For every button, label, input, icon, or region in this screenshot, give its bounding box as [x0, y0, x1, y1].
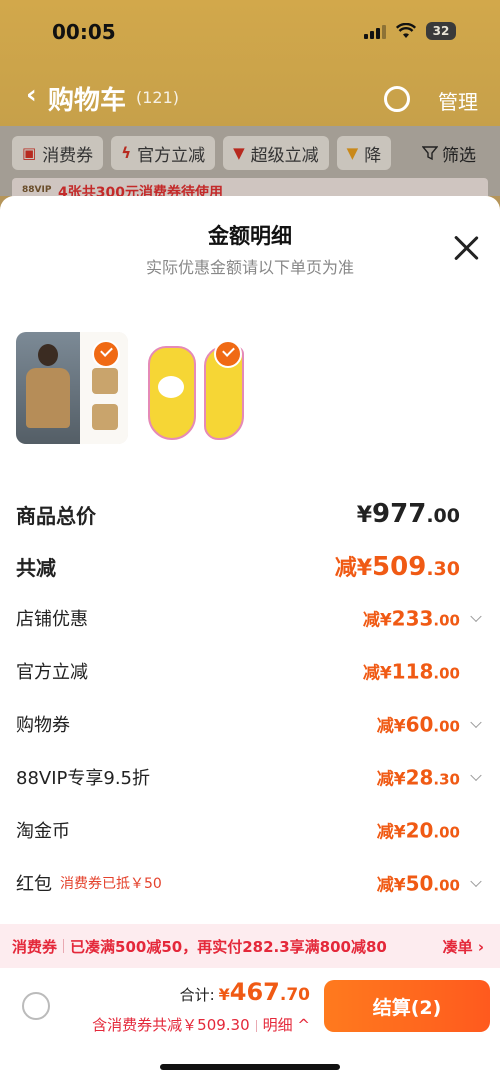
chevron-down-icon: [470, 716, 482, 729]
arrow-down-icon: ▼: [233, 144, 245, 162]
amount-detail-sheet: 金额明细 实际优惠金额请以下单页为准 商品总价 ¥977.00 共减 减¥ 50…: [0, 196, 500, 1084]
chevron-down-icon: [470, 875, 482, 888]
chip-label: 消费券: [42, 145, 94, 166]
sheet-title: 金额明细: [208, 224, 292, 248]
row-total-discount: 共减 减¥ 509.30: [16, 552, 460, 582]
vip-badge: 88VIP: [22, 185, 52, 195]
chip-label: 官方立减: [137, 145, 206, 166]
chip-price-drop[interactable]: ▼ 降: [336, 136, 392, 170]
product-thumb-jacket[interactable]: [16, 332, 128, 444]
status-icons: 32: [364, 22, 456, 40]
filter-label: 筛选: [442, 145, 476, 166]
battery-icon: 32: [426, 22, 456, 40]
row-88vip-discount[interactable]: 88VIP专享9.5折 减¥ 28.30: [16, 757, 484, 797]
lightning-icon: ϟ: [121, 144, 132, 162]
selected-products: [16, 332, 250, 444]
discount-summary: 含消费券共减￥509.30 明细 ^: [92, 1016, 310, 1034]
coupon-promo-bar: 消费券 已凑满500减50，再实付282.3享满800减80 凑单 ›: [0, 924, 500, 968]
red-packet-note: 消费券已抵￥50: [60, 876, 162, 892]
page-title: 购物车: [48, 86, 127, 116]
coupon-icon: ▣: [22, 144, 37, 162]
selected-check-icon: [214, 340, 242, 368]
total-amount: 合计: ¥467.70: [179, 978, 310, 1006]
manage-button[interactable]: 管理: [438, 86, 478, 115]
back-icon[interactable]: ‹: [26, 80, 37, 110]
add-items-link[interactable]: 凑单 ›: [443, 936, 484, 957]
row-shopping-coupon[interactable]: 购物券 减¥ 60.00: [16, 704, 484, 744]
close-icon[interactable]: [452, 234, 480, 262]
chevron-down-icon: [470, 610, 482, 623]
product-thumb-swimsuit[interactable]: [138, 332, 250, 444]
row-red-packet[interactable]: 红包 消费券已抵￥50 减¥ 50.00: [16, 863, 484, 903]
row-official-discount: 官方立减 减¥ 118.00: [16, 659, 460, 684]
filter-icon: [422, 146, 438, 161]
chip-super-discount[interactable]: ▼ 超级立减: [223, 136, 329, 170]
sheet-subtitle: 实际优惠金额请以下单页为准: [145, 258, 354, 277]
product-image: [16, 332, 80, 444]
filter-chips: ▣ 消费券 ϟ 官方立减 ▼ 超级立减 ▼ 降: [12, 136, 392, 170]
coupon-banner: 88VIP 4张共300元消费券待使用: [12, 178, 488, 198]
promo-tag: 消费券: [12, 937, 58, 956]
chip-official-discount[interactable]: ϟ 官方立减: [111, 136, 216, 170]
chip-label: 降: [364, 145, 382, 166]
row-taojinbi: 淘金币 减¥ 20.00: [16, 818, 460, 843]
filter-button[interactable]: 筛选: [414, 136, 500, 170]
row-shop-discount[interactable]: 店铺优惠 减¥ 233.00: [16, 598, 484, 638]
chip-label: 超级立减: [250, 145, 319, 166]
home-indicator: [160, 1064, 340, 1070]
chip-coupon[interactable]: ▣ 消费券: [12, 136, 104, 170]
arrow-down-icon: ▼: [346, 144, 359, 162]
signal-icon: [364, 23, 386, 39]
promo-text: 已凑满500减50，再实付282.3享满800减80: [70, 937, 387, 956]
total-discount-value: 减¥ 509.30: [334, 552, 460, 582]
detail-toggle[interactable]: 明细 ^: [263, 1016, 310, 1034]
search-icon[interactable]: [384, 86, 410, 112]
chevron-down-icon: [470, 769, 482, 782]
total-price-value: ¥977.00: [356, 499, 460, 529]
wifi-icon: [396, 23, 416, 38]
selected-check-icon: [92, 340, 120, 368]
cart-count: (121): [136, 88, 180, 107]
row-total-price: 商品总价 ¥977.00: [16, 499, 460, 529]
select-all-checkbox[interactable]: [22, 992, 50, 1020]
status-time: 00:05: [52, 20, 116, 44]
checkout-button[interactable]: 结算(2): [324, 980, 490, 1032]
